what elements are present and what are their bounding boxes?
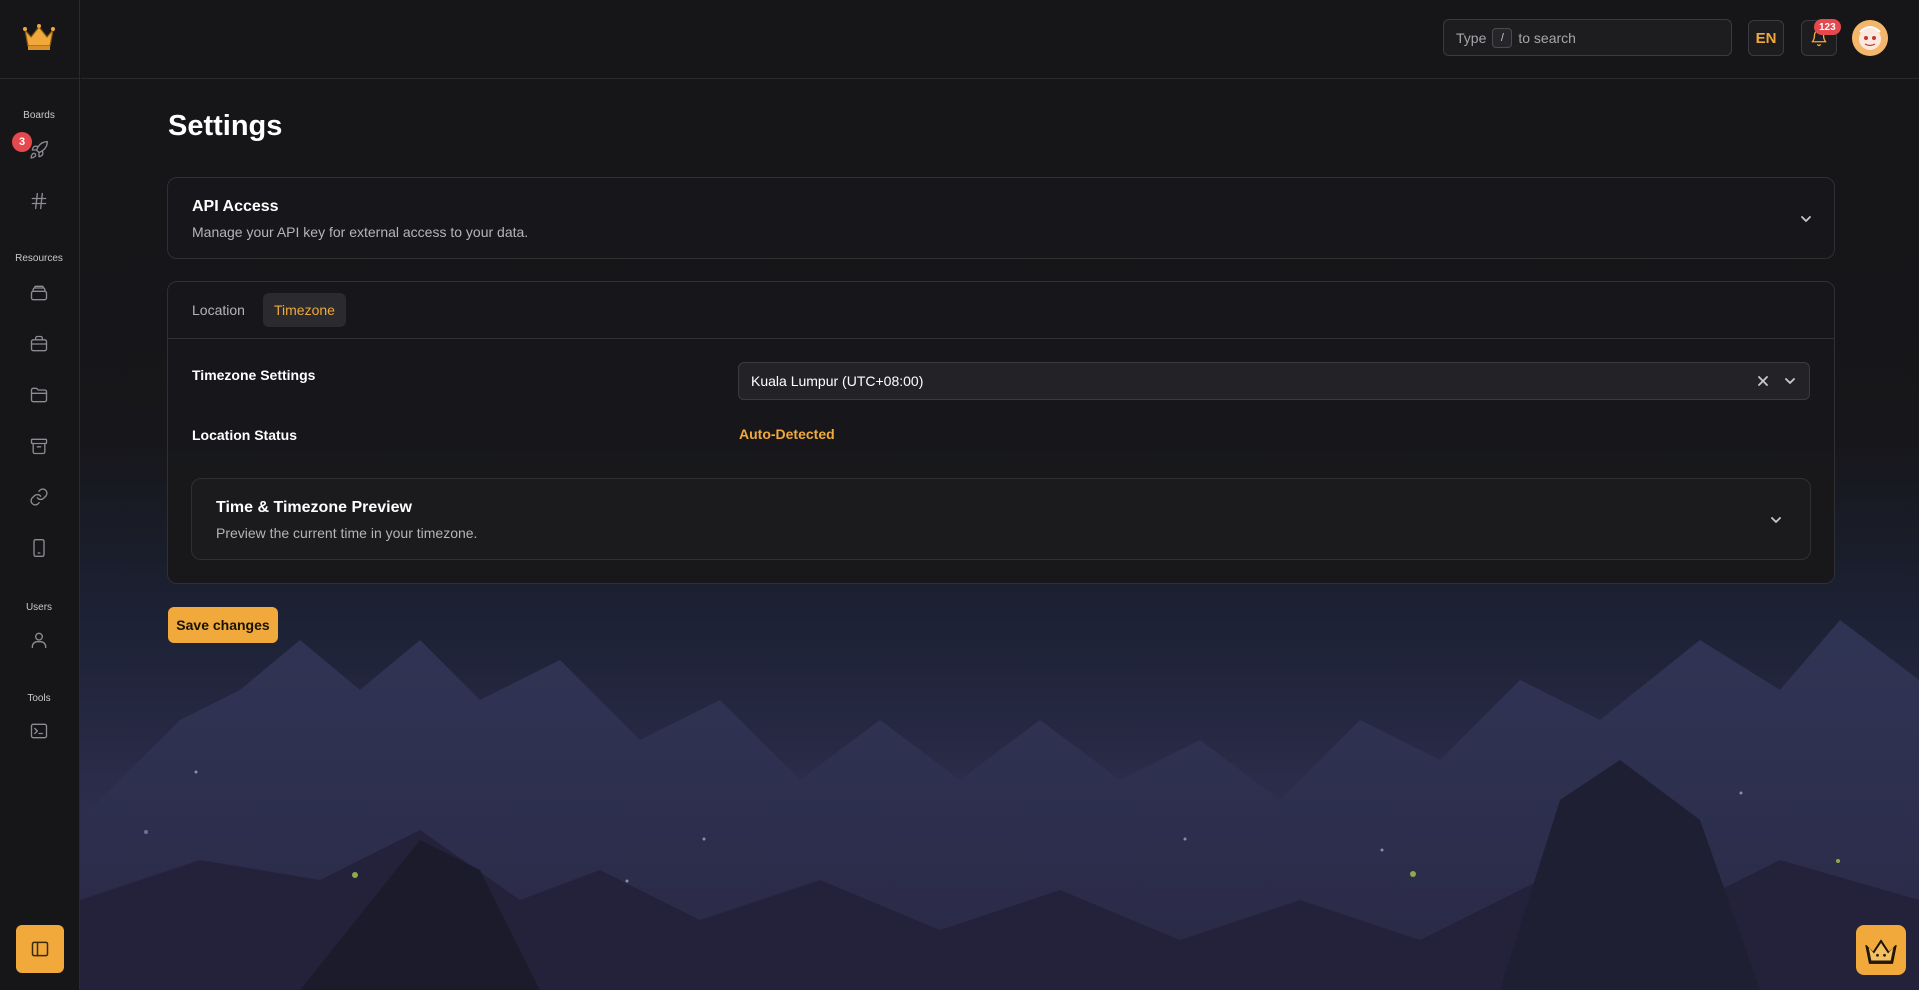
sidebar-item-link[interactable]: [24, 482, 54, 512]
layers-icon: [30, 285, 48, 301]
section-label-users: Users: [25, 602, 53, 613]
folder-icon: [30, 387, 48, 403]
sidebar: Boards 3 Resources Users Tools: [0, 0, 80, 990]
sidebar-item-smartphone[interactable]: [24, 533, 54, 563]
crown-mascot-icon: [1865, 939, 1897, 964]
timezone-preview-expand-button[interactable]: [1768, 512, 1784, 528]
timezone-select-value: Kuala Lumpur (UTC+08:00): [751, 373, 924, 389]
sidebar-item-layers[interactable]: [24, 278, 54, 308]
tab-timezone[interactable]: Timezone: [263, 293, 346, 327]
rocket-icon: [30, 140, 48, 159]
section-label-resources: Resources: [15, 253, 63, 264]
location-status-label: Location Status: [192, 427, 298, 443]
save-button[interactable]: Save changes: [168, 607, 278, 643]
api-access-description: Manage your API key for external access …: [192, 224, 529, 240]
search-shortcut-key: /: [1492, 27, 1513, 48]
api-access-card[interactable]: API Access Manage your API key for exter…: [167, 177, 1835, 259]
sidebar-item-folder[interactable]: [24, 380, 54, 410]
sidebar-divider: [0, 78, 80, 79]
hash-icon: [31, 192, 47, 210]
crown-logo-icon[interactable]: [22, 22, 56, 52]
tab-location[interactable]: Location: [181, 293, 256, 327]
section-label-tools: Tools: [27, 693, 51, 704]
sidebar-item-user[interactable]: [24, 625, 54, 655]
search-suffix: to search: [1518, 29, 1576, 46]
sidebar-item-hash[interactable]: [24, 186, 54, 216]
sidebar-item-terminal[interactable]: [24, 716, 54, 746]
app-root: Boards 3 Resources Users Tools Type / to…: [0, 0, 1919, 990]
briefcase-icon: [30, 335, 48, 352]
api-access-expand-button[interactable]: [1798, 211, 1814, 227]
location-status-value: Auto-Detected: [739, 426, 835, 442]
chevron-down-icon: [1771, 517, 1781, 523]
search-input[interactable]: Type / to search: [1443, 19, 1732, 56]
close-icon: [1758, 376, 1768, 386]
link-icon: [30, 488, 48, 506]
timezone-preview-title: Time & Timezone Preview: [216, 499, 412, 516]
timezone-dropdown-button[interactable]: [1782, 373, 1798, 389]
api-access-title: API Access: [192, 198, 279, 215]
chevron-down-icon: [1785, 378, 1795, 384]
timezone-settings-label: Timezone Settings: [192, 367, 316, 383]
page-title: Settings: [168, 110, 283, 142]
mascot-help-button[interactable]: [1856, 925, 1906, 975]
sidebar-item-archive[interactable]: [24, 431, 54, 461]
user-icon: [31, 632, 47, 649]
tab-divider: [168, 338, 1834, 339]
section-label-boards: Boards: [23, 110, 55, 121]
sidebar-item-briefcase[interactable]: [24, 329, 54, 359]
smartphone-icon: [33, 539, 45, 557]
notifications-count-badge: 123: [1814, 19, 1841, 35]
archive-icon: [30, 438, 48, 455]
timezone-clear-button[interactable]: [1755, 373, 1771, 389]
terminal-icon: [30, 723, 48, 739]
chevron-down-icon: [1801, 216, 1811, 222]
avatar-image: [1852, 20, 1888, 56]
timezone-preview-card[interactable]: Time & Timezone Preview Preview the curr…: [191, 478, 1811, 560]
language-button[interactable]: EN: [1748, 20, 1784, 56]
boards-count-badge: 3: [12, 132, 32, 152]
sidebar-toggle-button[interactable]: [16, 925, 64, 973]
timezone-preview-description: Preview the current time in your timezon…: [216, 525, 478, 541]
sidebar-panel-icon: [31, 941, 49, 957]
timezone-select[interactable]: Kuala Lumpur (UTC+08:00): [738, 362, 1810, 400]
search-prefix: Type: [1456, 29, 1487, 46]
avatar[interactable]: [1852, 20, 1888, 56]
